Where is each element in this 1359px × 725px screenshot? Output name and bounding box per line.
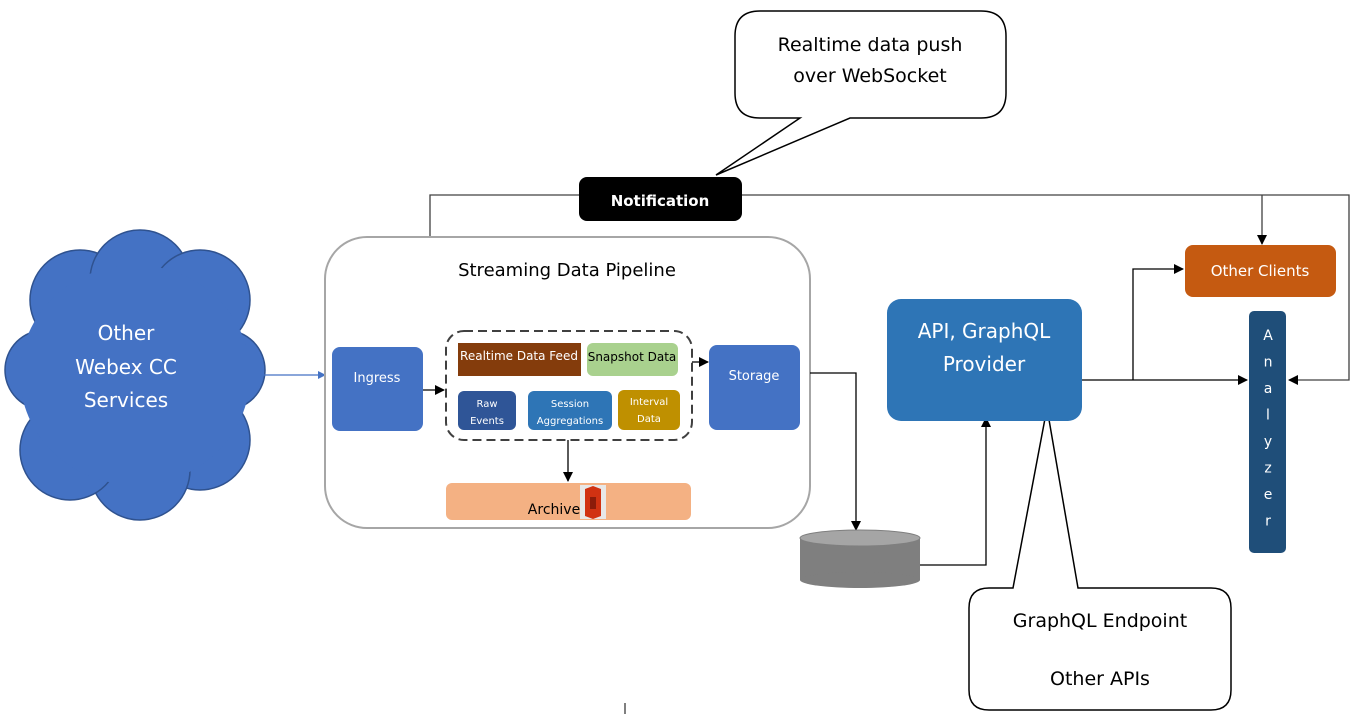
analyzer-letter: a xyxy=(1264,381,1273,397)
api-line2: Provider xyxy=(943,352,1026,376)
architecture-diagram: Realtime data push over WebSocket Notifi… xyxy=(4,10,1350,714)
cloud-line2: Webex CC xyxy=(75,355,177,379)
analyzer-letter: r xyxy=(1265,514,1271,530)
database-cylinder-icon xyxy=(799,529,921,588)
other-clients-box: Other Clients xyxy=(1185,245,1336,297)
callout-line1: Realtime data push xyxy=(778,34,963,56)
analyzer-letter: n xyxy=(1264,355,1273,371)
storage-box xyxy=(709,345,800,430)
streaming-data-pipeline: Streaming Data Pipeline Ingress Realtime… xyxy=(324,236,811,529)
webex-cc-services-cloud: Other Webex CC Services xyxy=(4,229,266,521)
s3-bucket-icon xyxy=(580,485,606,519)
raw-events-line1: Raw xyxy=(476,399,497,410)
storage-label: Storage xyxy=(729,369,780,384)
raw-events-line2: Events xyxy=(470,416,504,427)
session-line1: Session xyxy=(551,399,589,410)
analyzer-letter: e xyxy=(1264,487,1273,503)
notification-box: Notification xyxy=(579,177,742,221)
callout-line2: over WebSocket xyxy=(793,65,946,87)
snapshot-label: Snapshot Data xyxy=(588,350,677,364)
db-to-api-arrow xyxy=(920,417,991,566)
session-line2: Aggregations xyxy=(537,416,603,427)
interval-line1: Interval xyxy=(630,397,668,408)
websocket-callout: Realtime data push over WebSocket xyxy=(715,10,1007,176)
pipeline-title: Streaming Data Pipeline xyxy=(458,260,676,281)
cloud-line1: Other xyxy=(98,321,156,345)
other-clients-label: Other Clients xyxy=(1211,262,1310,280)
realtime-feed-label: Realtime Data Feed xyxy=(460,349,578,363)
api-endpoints-callout: GraphQL Endpoint Other APIs xyxy=(968,407,1232,711)
graphql-endpoint-label: GraphQL Endpoint xyxy=(1013,610,1187,632)
notification-label: Notification xyxy=(611,192,710,210)
analyzer-box: Analyzer xyxy=(1249,311,1286,553)
ingress-label: Ingress xyxy=(354,371,401,386)
analyzer-letter: z xyxy=(1264,461,1271,477)
cloud-line3: Services xyxy=(84,388,168,412)
analyzer-letter: l xyxy=(1266,408,1270,424)
api-line1: API, GraphQL xyxy=(918,319,1051,343)
analyzer-letter: y xyxy=(1264,434,1272,450)
api-graphql-provider: API, GraphQL Provider xyxy=(887,299,1082,421)
ingress-box xyxy=(332,347,423,431)
interval-line2: Data xyxy=(637,414,661,425)
other-apis-label: Other APIs xyxy=(1050,668,1150,690)
storage-to-db-arrow xyxy=(810,372,861,531)
analyzer-letter: A xyxy=(1263,328,1273,344)
archive-label: Archive xyxy=(528,502,580,518)
